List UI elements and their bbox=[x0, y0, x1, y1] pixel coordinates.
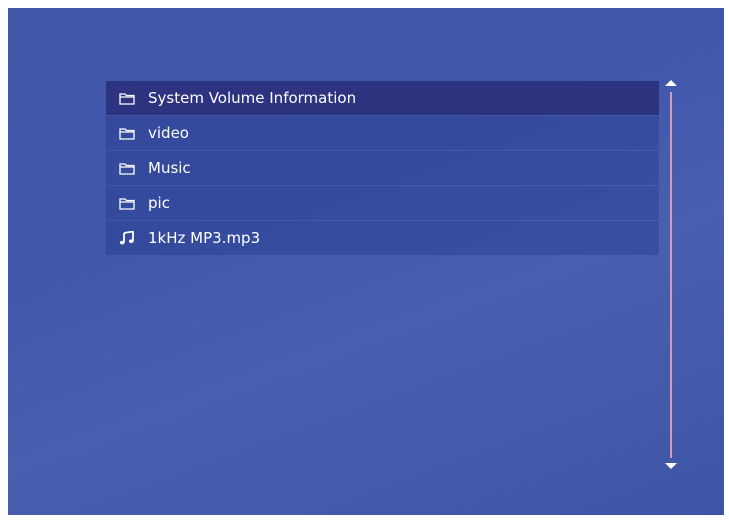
list-item-label: video bbox=[148, 124, 189, 142]
folder-icon bbox=[118, 161, 136, 175]
folder-icon bbox=[118, 91, 136, 105]
folder-icon bbox=[118, 126, 136, 140]
list-item-label: 1kHz MP3.mp3 bbox=[148, 229, 261, 247]
list-item-pic[interactable]: pic bbox=[106, 186, 659, 220]
arrow-up-icon[interactable] bbox=[665, 80, 677, 86]
list-item-video[interactable]: video bbox=[106, 116, 659, 150]
file-browser-screen: System Volume Information video Music pi… bbox=[8, 8, 724, 515]
file-list: System Volume Information video Music pi… bbox=[106, 81, 659, 256]
scroll-track[interactable] bbox=[670, 92, 672, 458]
list-item-label: pic bbox=[148, 194, 170, 212]
folder-icon bbox=[118, 196, 136, 210]
list-item-1khz-mp3[interactable]: 1kHz MP3.mp3 bbox=[106, 221, 659, 255]
list-item-label: Music bbox=[148, 159, 191, 177]
list-item-music[interactable]: Music bbox=[106, 151, 659, 185]
scrollbar[interactable] bbox=[662, 76, 682, 476]
list-item-label: System Volume Information bbox=[148, 89, 357, 107]
arrow-down-icon[interactable] bbox=[665, 463, 677, 469]
list-item-system-volume-information[interactable]: System Volume Information bbox=[106, 81, 659, 115]
music-note-icon bbox=[118, 231, 136, 245]
